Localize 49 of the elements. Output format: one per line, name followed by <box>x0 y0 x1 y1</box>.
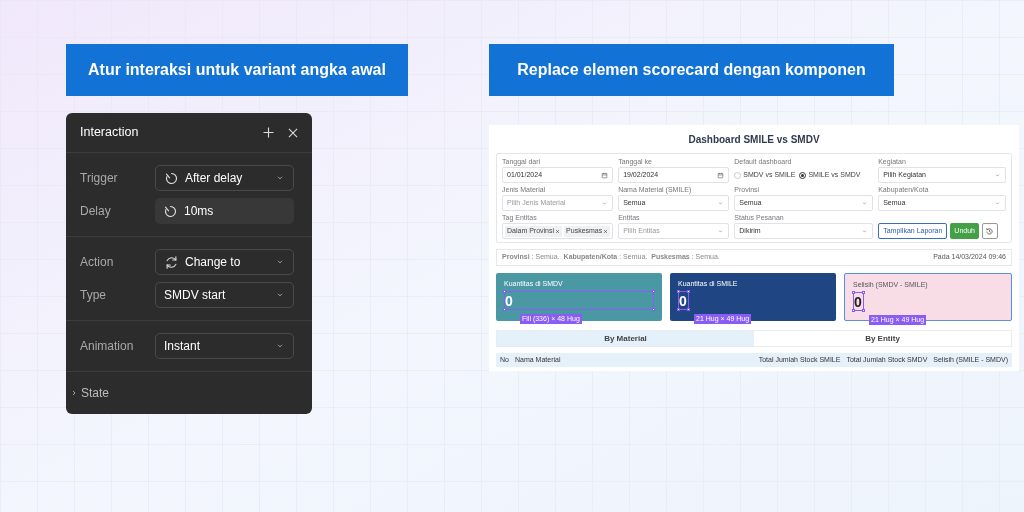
field-label: Animation <box>79 338 135 355</box>
resize-handle[interactable] <box>852 291 855 294</box>
panel-title: Interaction <box>80 124 140 142</box>
resize-handle[interactable] <box>652 308 655 311</box>
resize-handle[interactable] <box>862 291 865 294</box>
section-heading: Replace elemen scorecard dengan komponen <box>489 44 894 96</box>
history-icon <box>985 226 995 236</box>
field-label: Trigger <box>79 170 119 187</box>
resize-handle[interactable] <box>652 290 655 293</box>
field-label: Delay <box>79 203 112 220</box>
resize-handle[interactable] <box>503 308 506 311</box>
chevron-down-icon <box>717 199 725 207</box>
refresh-icon <box>164 254 179 270</box>
resize-handle[interactable] <box>687 290 690 293</box>
dropdown[interactable]: After delay <box>155 165 294 191</box>
resize-handle[interactable] <box>677 308 680 311</box>
dropdown[interactable]: Instant <box>155 333 294 359</box>
reset-button[interactable] <box>982 223 998 239</box>
delay-field[interactable]: 10ms <box>155 198 294 224</box>
field-label: Type <box>79 287 107 304</box>
plus-icon <box>261 125 276 140</box>
chevron-down-icon <box>994 171 1001 179</box>
chevron-down-icon <box>861 199 869 207</box>
chevron-down-icon <box>717 227 725 235</box>
dashboard-title: Dashboard SMILE vs SMDV <box>688 133 820 147</box>
resize-handle[interactable] <box>503 290 506 293</box>
calendar-icon <box>601 171 609 179</box>
scorecard-value: 0 <box>678 291 689 310</box>
timer-icon <box>163 203 178 219</box>
remove-icon <box>555 228 561 234</box>
field-label: Action <box>79 254 115 271</box>
chevron-down-icon <box>601 199 609 207</box>
section-heading: Atur interaksi untuk variant angka awal <box>66 44 408 96</box>
chevron-icon <box>70 389 78 397</box>
resize-handle[interactable] <box>687 308 690 311</box>
resize-handle[interactable] <box>852 309 855 312</box>
tab[interactable]: By Material <box>497 331 754 346</box>
scorecard-value: 0 <box>504 291 654 310</box>
scorecard-value: 0 <box>853 292 864 311</box>
dropdown[interactable]: Change to <box>155 249 294 275</box>
dropdown[interactable]: SMDV start <box>155 282 294 308</box>
chevron-down-icon <box>994 199 1001 207</box>
timer-icon <box>164 170 179 186</box>
resize-handle[interactable] <box>677 290 680 293</box>
calendar-icon <box>717 171 725 179</box>
resize-handle[interactable] <box>862 309 865 312</box>
chevron-down-icon <box>861 227 869 235</box>
remove-icon <box>603 228 609 234</box>
state-toggle[interactable]: State <box>70 384 110 402</box>
